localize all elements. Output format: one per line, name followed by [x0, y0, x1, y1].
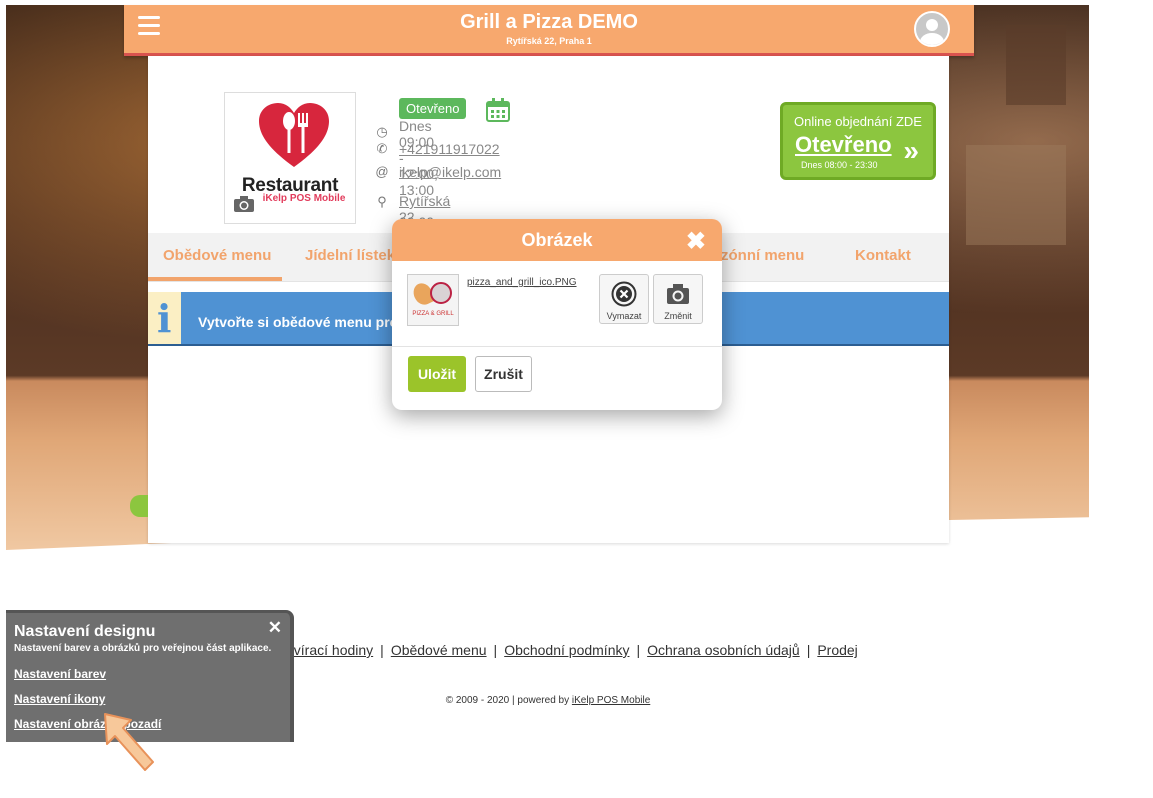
- tab-contact[interactable]: Kontakt: [855, 247, 911, 264]
- active-tab-indicator: [148, 277, 282, 281]
- image-modal: Obrázek ✖ PIZZA & GRILL pizza_and_grill_…: [392, 219, 722, 410]
- info-icon: i: [148, 292, 181, 344]
- tab-lunch-menu[interactable]: Obědové menu: [163, 247, 271, 264]
- change-label: Změnit: [664, 311, 692, 321]
- pointer-arrow-icon: [104, 713, 154, 771]
- modal-title: Obrázek: [521, 230, 593, 250]
- restaurant-logo: Restaurant iKelp POS Mobile: [224, 92, 356, 224]
- user-avatar-icon[interactable]: [914, 11, 950, 47]
- map-pin-icon: ⚲: [377, 194, 387, 209]
- delete-circle-icon: [611, 281, 637, 307]
- heart-logo-icon: [259, 103, 329, 167]
- site-address: Rytířská 22, Praha 1: [506, 36, 592, 46]
- order-button-status: Otevřeno: [795, 132, 892, 157]
- email-link[interactable]: ikelp@ikelp.com: [399, 164, 501, 180]
- delete-label: Vymazat: [606, 311, 642, 321]
- order-button-hours: Dnes 08:00 - 23:30: [801, 160, 878, 170]
- footer-links: evírací hodiny | Obědové menu | Obchodní pod…: [286, 642, 858, 658]
- footer-separator: |: [493, 642, 498, 658]
- background-shelf: [1006, 25, 1066, 105]
- footer-separator: |: [380, 642, 384, 658]
- footer-link-lunch-menu[interactable]: Obědové menu: [391, 642, 487, 658]
- copyright-text: © 2009 - 2020 | powered by: [445, 695, 572, 706]
- design-panel-subtitle: Nastavení barev a obrázků pro veřejnou č…: [14, 643, 272, 654]
- image-thumbnail: PIZZA & GRILL: [407, 274, 459, 326]
- camera-icon[interactable]: [233, 195, 255, 213]
- powered-by-link[interactable]: iKelp POS Mobile: [572, 695, 650, 706]
- modal-divider: [392, 346, 722, 347]
- close-icon[interactable]: ✕: [268, 618, 282, 638]
- top-header-bar: Grill a Pizza DEMO Rytířská 22, Praha 1: [124, 5, 974, 56]
- phone-icon: ✆: [376, 141, 388, 156]
- tab-seasonal-menu[interactable]: zónní menu: [721, 247, 804, 264]
- status-badge: Otevřeno: [399, 98, 467, 119]
- color-settings-link[interactable]: Nastavení barev: [14, 667, 106, 681]
- double-chevron-right-icon: »: [903, 135, 919, 166]
- side-tab-button[interactable]: [130, 495, 148, 517]
- icon-settings-link[interactable]: Nastavení ikony: [14, 692, 105, 706]
- calendar-icon[interactable]: [486, 98, 510, 122]
- cancel-button[interactable]: Zrušit: [475, 356, 532, 392]
- order-button-line1: Online objednání ZDE: [794, 114, 922, 129]
- footer-separator: |: [806, 642, 811, 658]
- at-icon: @: [375, 164, 389, 179]
- modal-header: Obrázek ✖: [392, 219, 722, 261]
- camera-icon: [667, 284, 689, 304]
- delete-image-button[interactable]: Vymazat: [599, 274, 649, 324]
- logo-subtext: iKelp POS Mobile: [262, 193, 346, 204]
- background-frame: [966, 145, 1066, 245]
- footer-link-terms[interactable]: Obchodní podmínky: [504, 642, 629, 658]
- footer-link-sales[interactable]: Prodej: [817, 642, 857, 658]
- clock-icon: ◷: [376, 124, 388, 139]
- alert-text: Vytvořte si obědové menu pro: [198, 314, 399, 330]
- online-order-button[interactable]: Online objednání ZDE Otevřeno Dnes 08:00…: [780, 102, 936, 180]
- phone-link[interactable]: +421911917022: [399, 141, 500, 157]
- design-panel-title: Nastavení designu: [14, 623, 156, 640]
- save-button[interactable]: Uložit: [408, 356, 466, 392]
- close-icon[interactable]: ✖: [686, 227, 706, 256]
- footer-link-opening-hours[interactable]: evírací hodiny: [286, 642, 373, 658]
- site-title: Grill a Pizza DEMO: [460, 11, 638, 33]
- footer-link-privacy[interactable]: Ochrana osobních údajů: [647, 642, 800, 658]
- image-filename-link[interactable]: pizza_and_grill_ico.PNG: [467, 277, 577, 288]
- change-image-button[interactable]: Změnit: [653, 274, 703, 324]
- footer-separator: |: [636, 642, 641, 658]
- tab-food-menu[interactable]: Jídelní lístek: [305, 247, 395, 264]
